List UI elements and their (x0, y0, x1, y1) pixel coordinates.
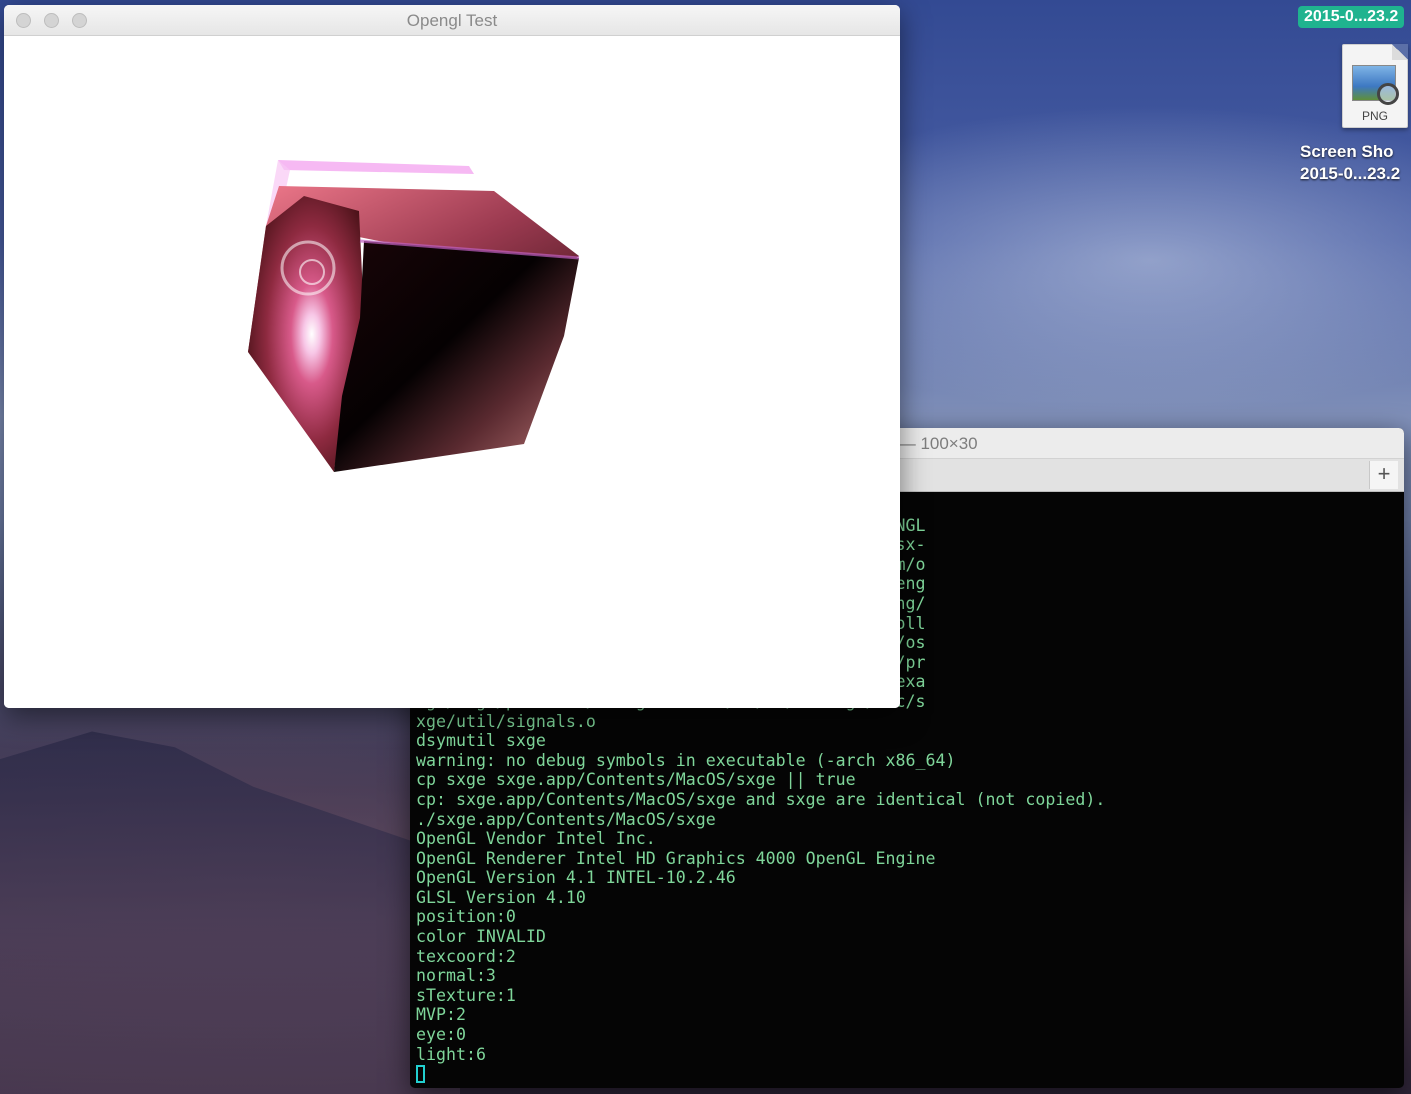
window-titlebar[interactable]: Opengl Test (4, 5, 900, 36)
desktop-file-label-top[interactable]: 2015-0...23.2 (1298, 6, 1405, 28)
terminal-line: position:0 (416, 907, 516, 927)
cube-front-face (334, 241, 579, 472)
terminal-line: GLSL Version 4.10 (416, 887, 586, 907)
opengl-canvas[interactable] (4, 36, 900, 708)
window-title: Opengl Test (406, 11, 498, 30)
terminal-line: xge/util/signals.o (416, 711, 596, 731)
terminal-line: warning: no debug symbols in executable … (416, 750, 956, 770)
desktop-file-name-line2: 2015-0...23.2 (1300, 164, 1401, 183)
terminal-line: normal:3 (416, 966, 496, 986)
desktop-file-name[interactable]: Screen Sho 2015-0...23.2 (1300, 141, 1411, 185)
rendered-cube (248, 160, 580, 472)
png-file-icon[interactable]: PNG (1342, 44, 1408, 128)
terminal-line: OpenGL Vendor Intel Inc. (416, 829, 656, 849)
terminal-line: light:6 (416, 1044, 486, 1064)
terminal-line: OpenGL Renderer Intel HD Graphics 4000 O… (416, 848, 936, 868)
terminal-prompt-line[interactable] (416, 1064, 1400, 1084)
text-cursor (416, 1065, 425, 1084)
terminal-line: sTexture:1 (416, 985, 516, 1005)
terminal-line: ./sxge.app/Contents/MacOS/sxge (416, 809, 716, 829)
terminal-line: cp: sxge.app/Contents/MacOS/sxge and sxg… (416, 789, 1106, 809)
page-fold (1392, 44, 1408, 60)
desktop-file-name-line1: Screen Sho (1300, 142, 1394, 161)
file-type-label: PNG (1361, 109, 1388, 123)
terminal-line: OpenGL Version 4.1 INTEL-10.2.46 (416, 868, 736, 888)
opengl-test-window[interactable]: Opengl Test (4, 5, 900, 708)
terminal-line: texcoord:2 (416, 946, 516, 966)
new-tab-button[interactable]: + (1369, 461, 1398, 489)
terminal-line: dsymutil sxge (416, 731, 546, 751)
terminal-line: color INVALID (416, 927, 546, 947)
magnifier-icon (1377, 83, 1399, 105)
terminal-line: eye:0 (416, 1025, 466, 1045)
terminal-line: MVP:2 (416, 1005, 466, 1025)
terminal-line: cp sxge sxge.app/Contents/MacOS/sxge || … (416, 770, 856, 790)
